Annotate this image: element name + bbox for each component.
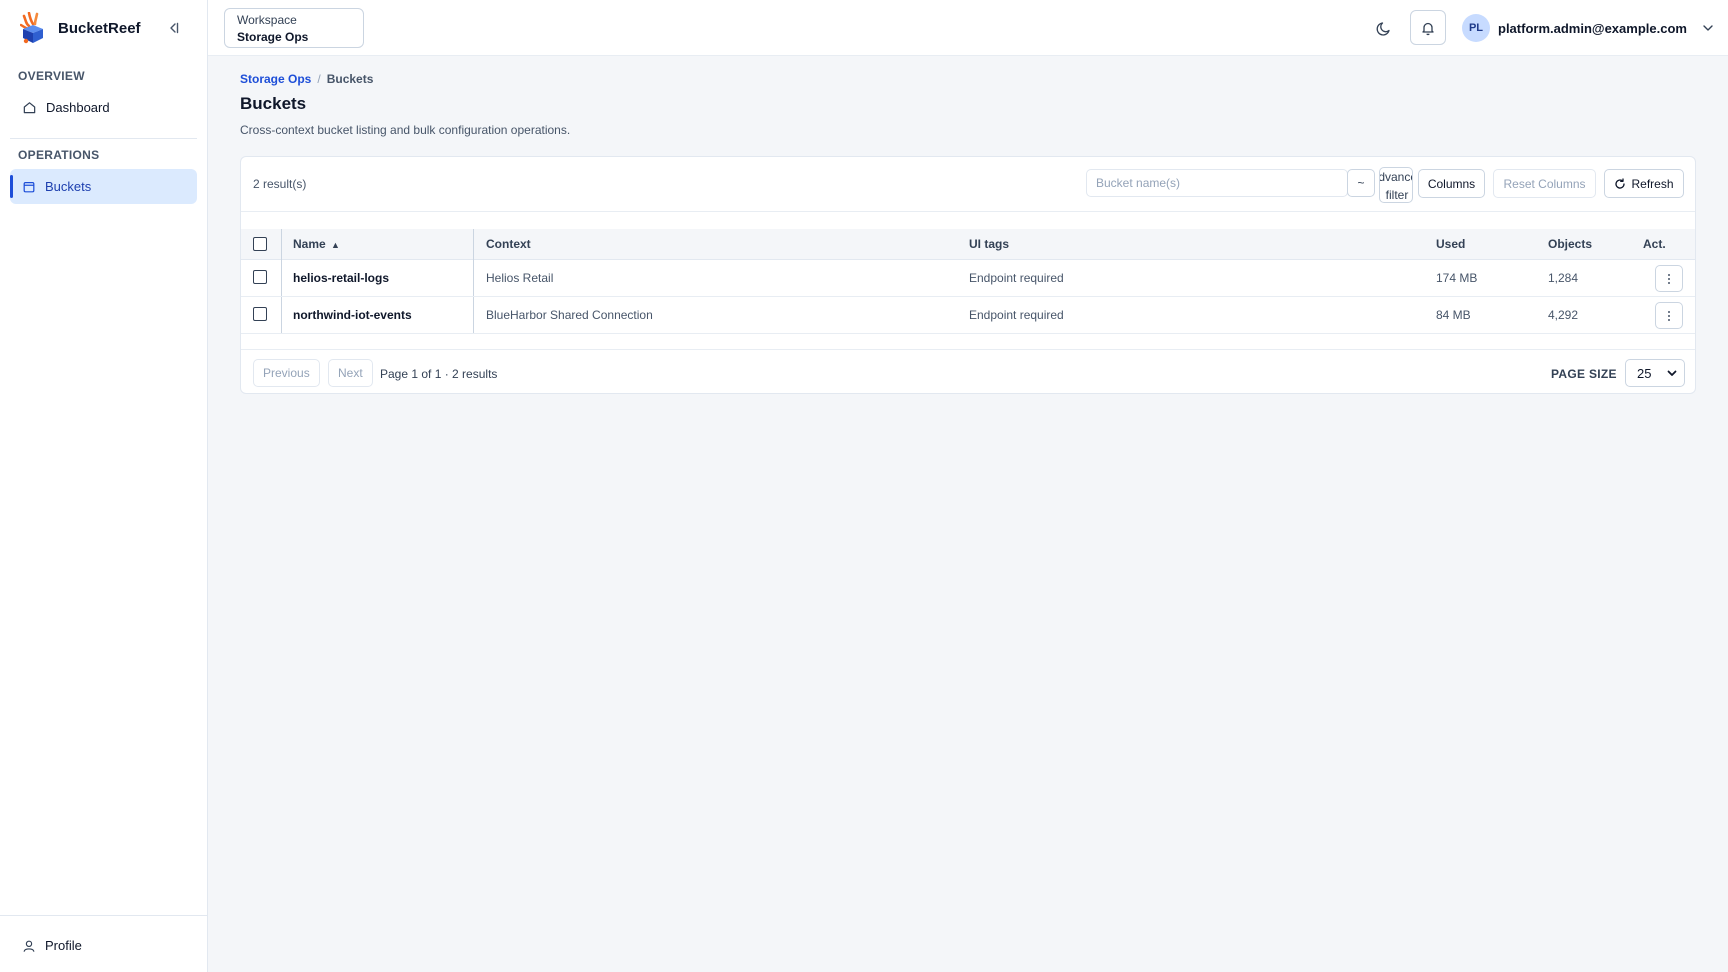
breadcrumb: Storage Ops / Buckets [240,72,373,86]
bucket-used: 84 MB [1436,308,1471,322]
breadcrumb-current: Buckets [326,72,374,86]
advanced-filter-button[interactable]: Advanced filter [1379,167,1413,203]
bucket-name-search-input[interactable] [1086,169,1348,197]
workspace-value: Storage Ops [237,30,309,44]
brand[interactable]: BucketReef [20,11,141,45]
sidebar-footer: Profile [0,915,207,972]
sidebar-item-dashboard[interactable]: Dashboard [10,90,197,125]
sidebar: BucketReef OVERVIEW Dashboard OPERATIONS… [0,0,208,972]
bucket-objects: 1,284 [1548,271,1579,285]
select-all-checkbox[interactable] [253,237,267,251]
bucket-name[interactable]: northwind-iot-events [293,308,412,322]
column-header-name-label: Name [293,237,326,251]
kebab-menu-icon [1667,310,1671,322]
advanced-filter-label-line1: Advanced [1380,170,1412,184]
column-header-ui-tags[interactable]: UI tags [969,237,1009,251]
column-header-objects[interactable]: Objects [1548,237,1592,251]
nav-section-overview: OVERVIEW [18,69,85,83]
row-actions-button[interactable] [1655,302,1683,329]
refresh-label: Refresh [1631,176,1674,191]
match-mode-button[interactable]: ~ [1347,169,1375,197]
topbar: Workspace Storage Ops PL platform.admin@… [208,0,1728,56]
workspace-selector[interactable]: Workspace Storage Ops [224,8,364,48]
bucket-context: BlueHarbor Shared Connection [486,308,653,322]
sidebar-item-buckets[interactable]: Buckets [10,169,197,204]
breadcrumb-separator: / [317,72,321,86]
kebab-menu-icon [1667,273,1671,285]
reset-columns-button[interactable]: Reset Columns [1493,169,1596,198]
page-size-select[interactable]: 25 [1625,359,1685,387]
avatar: PL [1462,14,1490,42]
refresh-icon [1614,177,1626,190]
user-menu[interactable]: PL platform.admin@example.com [1462,14,1715,42]
page-title: Buckets [240,94,307,113]
table-header: Name ▲ Context UI tags Used Objects Act. [241,229,1695,260]
chevron-down-icon [1701,21,1715,35]
bucket-ui-tags: Endpoint required [969,308,1064,322]
bucket-used: 174 MB [1436,271,1478,285]
moon-icon[interactable] [1374,18,1394,38]
column-header-used[interactable]: Used [1436,237,1465,251]
column-header-context[interactable]: Context [486,237,531,251]
nav-section-operations: OPERATIONS [18,148,100,162]
sidebar-item-profile[interactable]: Profile [22,938,82,953]
result-count: 2 result(s) [253,177,307,191]
column-header-actions: Act. [1643,237,1666,251]
page-size-value: 25 [1637,365,1652,381]
bucketreef-logo-icon [20,12,46,44]
table-row[interactable]: northwind-iot-events BlueHarbor Shared C… [241,297,1695,334]
toolbar-divider [241,211,1695,212]
sidebar-item-label: Dashboard [46,100,110,115]
notifications-button[interactable] [1410,10,1446,45]
buckets-card: 2 result(s) ~ Advanced filter Columns Re… [240,156,1696,394]
profile-label: Profile [45,938,82,953]
pagination-info: Page 1 of 1 · 2 results [380,367,498,381]
user-icon [22,939,36,953]
app-name: BucketReef [58,19,141,37]
chevron-down-icon [1666,367,1678,379]
home-icon [22,100,37,115]
row-actions-button[interactable] [1655,265,1683,292]
bucket-objects: 4,292 [1548,308,1579,322]
previous-page-button[interactable]: Previous [253,359,320,387]
column-header-name[interactable]: Name ▲ [293,237,340,251]
advanced-filter-label-line2: filter [1385,188,1409,202]
user-email: platform.admin@example.com [1498,20,1687,36]
page-description: Cross-context bucket listing and bulk co… [240,123,571,137]
nav-divider [10,138,197,139]
pagination-divider [241,349,1695,350]
table-row[interactable]: helios-retail-logs Helios Retail Endpoin… [241,260,1695,297]
page-size-label: PAGE SIZE [1551,367,1617,381]
refresh-button[interactable]: Refresh [1604,169,1684,198]
bell-icon [1420,20,1436,36]
row-checkbox[interactable] [253,307,267,321]
bucket-icon [22,180,36,194]
columns-button[interactable]: Columns [1418,169,1485,198]
workspace-label: Workspace [237,13,297,27]
sidebar-item-label: Buckets [45,179,92,194]
bucket-context: Helios Retail [486,271,554,285]
bucket-ui-tags: Endpoint required [969,271,1064,285]
bucket-name[interactable]: helios-retail-logs [293,271,389,285]
next-page-button[interactable]: Next [328,359,373,387]
collapse-sidebar-icon[interactable] [164,18,184,38]
row-checkbox[interactable] [253,270,267,284]
breadcrumb-link-storage-ops[interactable]: Storage Ops [240,72,311,86]
sort-ascending-icon: ▲ [331,240,340,250]
